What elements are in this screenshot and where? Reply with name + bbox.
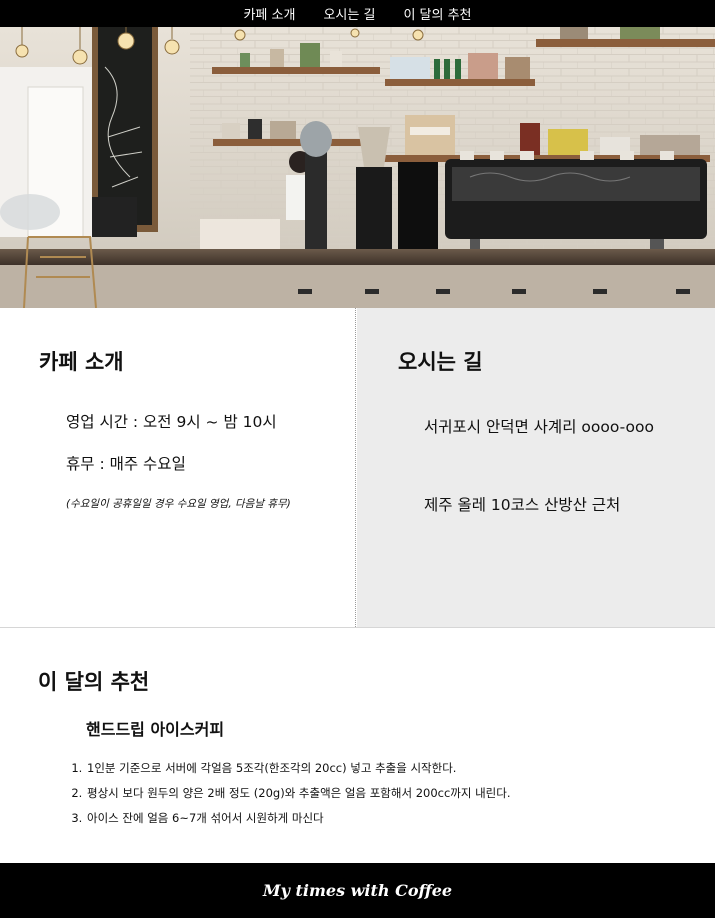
recommend-title: 이 달의 추천 [38,670,150,694]
directions-landmark: 제주 올레 10코스 산방산 근처 [424,496,621,514]
footer: My times with Coffee [0,863,715,918]
directions-panel: 오시는 길 서귀포시 안덕면 사계리 oooo-ooo 제주 올레 10코스 산… [357,308,715,627]
about-panel: 카페 소개 영업 시간 : 오전 9시 ~ 밤 10시 휴무 : 매주 수요일 … [0,308,356,627]
nav-link-about[interactable]: 카페 소개 [243,4,295,23]
top-nav: 카페 소개 오시는 길 이 달의 추천 [0,0,715,27]
hero-image [0,27,715,308]
recipe-name: 핸드드립 아이스커피 [86,720,225,739]
recipe-step: 아이스 잔에 얼음 6~7개 섞어서 시원하게 마신다 [86,806,511,831]
about-closed-day: 휴무 : 매주 수요일 [66,455,186,473]
footer-text: My times with Coffee [262,881,453,900]
about-title: 카페 소개 [39,350,124,374]
about-holiday-note: (수요일이 공휴일일 경우 수요일 영업, 다음날 휴무) [66,498,291,510]
recipe-step: 평상시 보다 원두의 양은 2배 정도 (20g)와 추출액은 얼음 포함해서 … [86,781,511,806]
nav-link-directions[interactable]: 오시는 길 [323,4,375,23]
directions-title: 오시는 길 [398,350,483,374]
about-hours: 영업 시간 : 오전 9시 ~ 밤 10시 [66,413,277,431]
directions-address: 서귀포시 안덕면 사계리 oooo-ooo [424,418,654,436]
recipe-step: 1인분 기준으로 서버에 각얼음 5조각(한조각의 20cc) 넣고 추출을 시… [86,756,511,781]
recommend-section: 이 달의 추천 핸드드립 아이스커피 1인분 기준으로 서버에 각얼음 5조각(… [0,628,715,863]
recipe-steps: 1인분 기준으로 서버에 각얼음 5조각(한조각의 20cc) 넣고 추출을 시… [70,756,511,831]
nav-link-recommend[interactable]: 이 달의 추천 [403,4,471,23]
info-section: 카페 소개 영업 시간 : 오전 9시 ~ 밤 10시 휴무 : 매주 수요일 … [0,308,715,628]
